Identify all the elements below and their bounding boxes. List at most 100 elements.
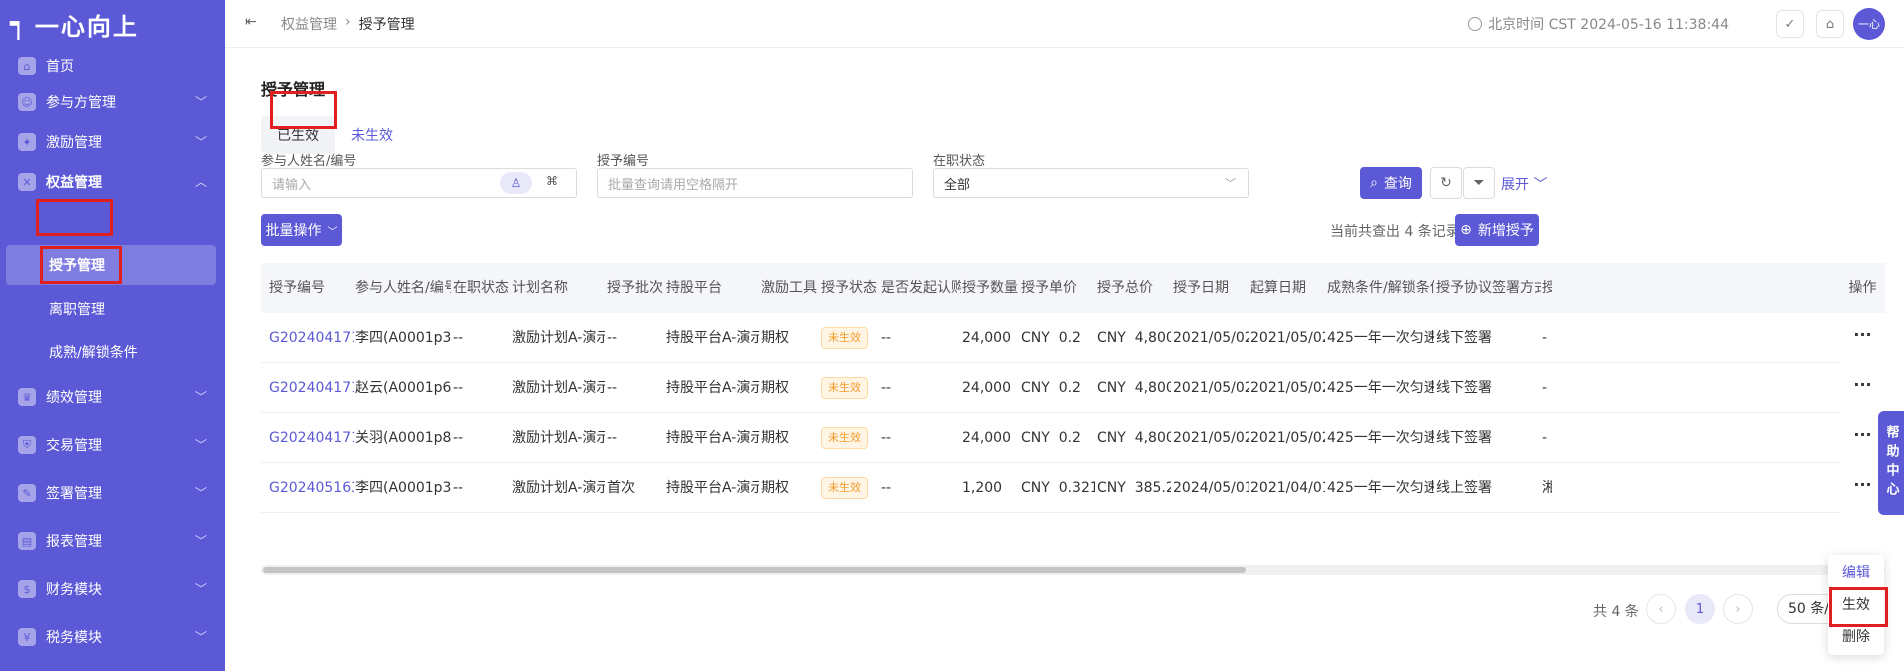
task-icon[interactable]: ✓ <box>1776 10 1804 38</box>
table-cell: -- <box>453 430 464 446</box>
chevron-down-icon: ﹀ <box>194 534 207 548</box>
table-cell: - <box>1542 430 1548 446</box>
table-cell: 持股平台A-演示 <box>666 430 759 446</box>
menu-item-delete[interactable]: 删除 <box>1828 623 1884 651</box>
chevron-down-icon: ﹀ <box>327 226 338 238</box>
sidebar-item-incentive[interactable]: ✦ 激励管理 ﹀ <box>0 122 225 162</box>
sidebar-item-finance[interactable]: $ 财务模块 ﹀ <box>0 569 225 609</box>
prev-page-icon[interactable]: ‹ <box>1646 594 1676 624</box>
query-button[interactable]: ⌕ 查询 <box>1360 167 1422 199</box>
grant-id-input[interactable]: 批量查询请用空格隔开 <box>597 168 913 198</box>
sidebar-item-equity[interactable]: ✕ 权益管理 ︿ <box>0 162 225 202</box>
tab-not-effective[interactable]: 未生效 <box>335 116 409 154</box>
chevron-down-icon: ﹀ <box>194 135 207 149</box>
table-cell: 2021/05/02 <box>1173 330 1249 346</box>
sidebar-subitem-resignation[interactable]: 离职管理 <box>0 289 225 329</box>
status-badge: 未生效 <box>821 327 868 349</box>
filter-icon[interactable]: ⏷ <box>1463 167 1495 199</box>
table-row: G2024041712 关羽(A0001p8) -- 激励计划A-演示 -- 持… <box>261 413 1885 463</box>
batch-operation-button[interactable]: 批量操作 ﹀ <box>261 214 342 246</box>
menu-collapse-icon[interactable]: ⇤ <box>245 14 257 30</box>
sidebar-item-participants[interactable]: ☺ 参与方管理 ﹀ <box>0 82 225 122</box>
sequence-icon[interactable]: ⌘ <box>546 174 558 188</box>
table-cell: 425一年一次匀速 <box>1327 330 1434 346</box>
column-header: 在职状态 <box>453 280 509 296</box>
table-row: G2024041710 李四(A0001p3) -- 激励计划A-演示 -- 持… <box>261 313 1885 363</box>
table-cell: 线下签署 <box>1436 430 1492 446</box>
add-grant-button[interactable]: ⊕ 新增授予 <box>1455 214 1539 246</box>
tab-effective[interactable]: 已生效 <box>261 116 335 154</box>
table-cell: -- <box>607 430 618 446</box>
breadcrumb-item[interactable]: 权益管理 <box>281 14 337 34</box>
more-actions-icon[interactable]: ··· <box>1840 313 1885 363</box>
logo-mark-icon: ┑ <box>10 7 27 40</box>
person-search-icon[interactable]: ♙ <box>500 172 532 194</box>
more-actions-icon[interactable]: ··· <box>1840 363 1885 413</box>
crown-icon: ♛ <box>18 388 36 406</box>
sign-icon: ✎ <box>18 484 36 502</box>
menu-item-activate[interactable]: 生效 <box>1828 591 1884 619</box>
column-header: 参与人姓名/编号 <box>355 280 451 296</box>
table-cell: 2021/05/02 <box>1250 330 1325 346</box>
select-value: 全部 <box>944 177 971 193</box>
chevron-down-icon: ﹀ <box>1225 177 1236 190</box>
table-cell: -- <box>453 480 464 496</box>
sidebar-item-performance[interactable]: ♛ 绩效管理 ﹀ <box>0 377 225 417</box>
table-cell: 2021/05/02 <box>1250 380 1325 396</box>
grant-id-link[interactable]: G2024041710 <box>269 313 354 363</box>
table-cell: -- <box>607 330 618 346</box>
reset-icon[interactable]: ↻ <box>1430 167 1462 199</box>
report-icon: ▤ <box>18 532 36 550</box>
table-cell: 李四(A0001p3) <box>355 480 451 496</box>
avatar[interactable]: 一心 <box>1853 8 1885 40</box>
sidebar-item-tax[interactable]: ¥ 税务模块 ﹀ <box>0 617 225 657</box>
finance-icon: $ <box>18 580 36 598</box>
table-cell: -- <box>453 330 464 346</box>
sidebar-item-reports[interactable]: ▤ 报表管理 ﹀ <box>0 521 225 561</box>
chevron-up-icon: ︿ <box>194 175 207 189</box>
expand-toggle[interactable]: 展开 ﹀ <box>1501 174 1547 194</box>
scrollbar-thumb[interactable] <box>263 567 1246 573</box>
sidebar-item-label: 交易管理 <box>46 438 102 454</box>
sidebar-item-label: 权益管理 <box>46 175 102 191</box>
status-select[interactable]: 全部 ﹀ <box>933 168 1249 198</box>
sidebar-subitem-vesting[interactable]: 成熟/解锁条件 <box>0 332 225 372</box>
sidebar-item-label: 激励管理 <box>46 135 102 151</box>
sidebar-item-home[interactable]: ⌂ 首页 <box>0 46 225 86</box>
shirt-icon[interactable]: ⌂ <box>1816 10 1844 38</box>
horizontal-scrollbar[interactable] <box>261 565 1885 575</box>
table-cell: -- <box>881 480 892 496</box>
grant-id-link[interactable]: G202405163 <box>269 463 354 513</box>
input-placeholder: 请输入 <box>272 177 312 193</box>
help-center-button[interactable]: 帮助中心 <box>1878 411 1904 515</box>
column-header: 授予协议签署方式 <box>1436 280 1541 296</box>
table-cell: 未生效 <box>821 413 879 463</box>
table-cell: 湘 <box>1542 480 1552 496</box>
chevron-down-icon: ﹀ <box>194 582 207 596</box>
brand-name: 一心向上 <box>34 12 139 41</box>
table-cell: CNY 0.2 <box>1021 430 1081 446</box>
menu-item-edit[interactable]: 编辑 <box>1828 559 1884 587</box>
column-header: 起算日期 <box>1250 280 1306 296</box>
sidebar-item-trade[interactable]: ⛨ 交易管理 ﹀ <box>0 425 225 465</box>
sidebar-subitem-grant[interactable]: 授予管理 <box>6 245 216 285</box>
table-cell: CNY 4,800 <box>1097 330 1171 346</box>
column-header: 授予日期 <box>1173 280 1229 296</box>
chevron-down-icon: ﹀ <box>194 486 207 500</box>
page-number[interactable]: 1 <box>1685 594 1715 624</box>
grant-id-link[interactable]: G2024041712 <box>269 413 354 463</box>
next-page-icon[interactable]: › <box>1723 594 1753 624</box>
table-cell: CNY 385.2 <box>1097 480 1171 496</box>
grant-id-link[interactable]: G2024041713 <box>269 363 354 413</box>
row-action-menu: 编辑 生效 删除 <box>1828 555 1884 655</box>
sidebar-item-label: 首页 <box>46 59 74 75</box>
table-cell: 持股平台A-演示 <box>666 380 759 396</box>
table-cell: 2024/05/01 <box>1173 480 1249 496</box>
name-search-input[interactable]: 请输入 ♙ ⌘ <box>261 168 577 198</box>
sidebar-item-signing[interactable]: ✎ 签署管理 ﹀ <box>0 473 225 513</box>
table-cell: CNY 0.2 <box>1021 330 1081 346</box>
status-tabs: 已生效 未生效 <box>261 116 409 154</box>
breadcrumb-separator-icon: › <box>345 14 351 30</box>
brand-logo[interactable]: ┑ 一心向上 <box>0 0 225 48</box>
column-header: 是否发起认购 <box>881 280 961 296</box>
